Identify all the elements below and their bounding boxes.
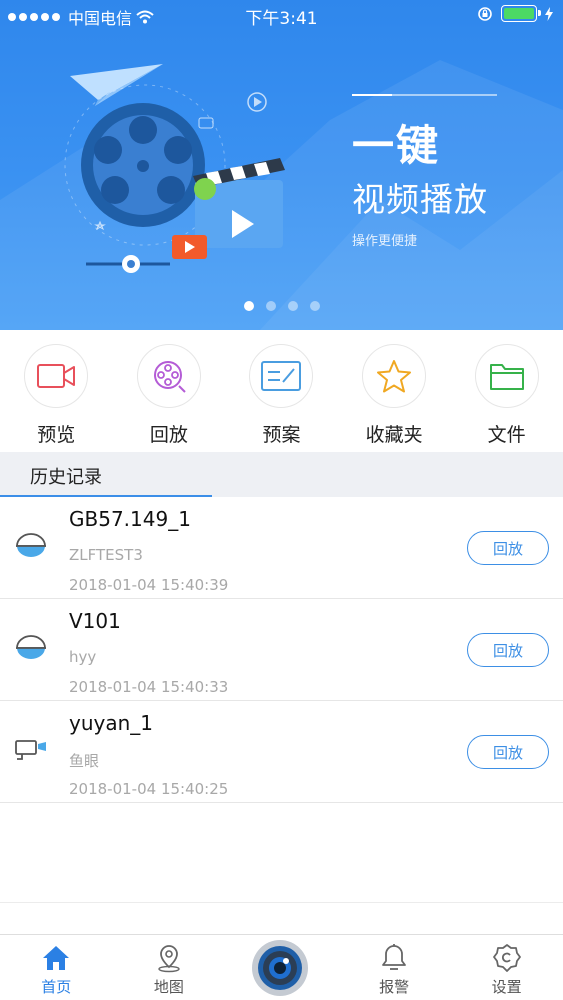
menu-label-favorites: 收藏夹 — [365, 424, 423, 446]
files-icon-circle — [474, 344, 539, 408]
menu-item-favorites[interactable]: 收藏夹 — [338, 330, 451, 452]
status-right — [477, 5, 553, 22]
preview-icon-circle — [24, 344, 89, 408]
gear-icon — [492, 943, 522, 973]
tab-label-settings: 设置 — [491, 978, 522, 996]
device-name: yuyan_1 — [69, 711, 154, 735]
history-title: 历史记录 — [30, 467, 102, 488]
history-section-header: 历史记录 — [0, 452, 563, 497]
history-item[interactable]: V101 hyy 2018-01-04 15:40:33 回放 — [0, 599, 563, 701]
banner-title: 一键 — [352, 121, 441, 170]
menu-label-plan: 预案 — [262, 424, 301, 446]
view-time: 2018-01-04 15:40:33 — [69, 678, 229, 696]
playback-button[interactable]: 回放 — [467, 633, 549, 667]
tab-alarm[interactable]: 报警 — [338, 935, 451, 1000]
menu-label-preview: 预览 — [37, 424, 76, 446]
menu-item-playback[interactable]: 回放 — [113, 330, 226, 452]
battery-icon — [501, 5, 541, 22]
promo-banner[interactable]: 中国电信 下午3:41 一键 视频播放 操作更便捷 — [0, 0, 563, 330]
view-time: 2018-01-04 15:40:25 — [69, 780, 229, 798]
dome-camera-icon — [16, 533, 46, 557]
video-camera-icon — [37, 364, 76, 388]
film-reel-icon — [153, 361, 186, 393]
page-dot-4[interactable] — [309, 301, 320, 311]
tab-label-alarm: 报警 — [379, 978, 410, 996]
menu-label-files: 文件 — [487, 424, 526, 446]
tab-settings[interactable]: 设置 — [450, 935, 563, 1000]
playback-button[interactable]: 回放 — [467, 735, 549, 769]
map-pin-icon — [154, 943, 184, 973]
device-group: hyy — [69, 648, 97, 666]
playback-icon-circle — [136, 344, 201, 408]
history-item[interactable]: GB57.149_1 ZLFTEST3 2018-01-04 15:40:39 … — [0, 497, 563, 599]
quick-menu: 预览 回放 预案 收藏夹 文件 — [0, 330, 563, 452]
menu-item-preview[interactable]: 预览 — [0, 330, 113, 452]
home-icon — [41, 943, 71, 973]
dome-camera-icon — [16, 635, 46, 659]
page-dot-2[interactable] — [265, 301, 276, 311]
favorites-icon-circle — [362, 344, 427, 408]
tab-map[interactable]: 地图 — [113, 935, 226, 1000]
camera-button-icon[interactable] — [252, 940, 309, 996]
bullet-camera-icon — [15, 740, 46, 760]
page-dot-3[interactable] — [287, 301, 298, 311]
device-group: ZLFTEST3 — [69, 546, 143, 564]
charging-icon — [545, 6, 553, 21]
history-list: GB57.149_1 ZLFTEST3 2018-01-04 15:40:39 … — [0, 497, 563, 803]
tab-label-home: 首页 — [41, 978, 72, 996]
tab-home[interactable]: 首页 — [0, 935, 113, 1000]
status-bar: 中国电信 下午3:41 — [0, 0, 563, 30]
plan-icon — [261, 361, 302, 391]
history-item[interactable]: yuyan_1 鱼眼 2018-01-04 15:40:25 回放 — [0, 701, 563, 803]
device-name: V101 — [69, 609, 121, 633]
tab-label-map: 地图 — [153, 978, 184, 996]
tab-camera[interactable] — [225, 935, 338, 1000]
app-screen: 中国电信 下午3:41 一键 视频播放 操作更便捷 预览 回放 预案 收藏夹 文… — [0, 0, 563, 1000]
folder-icon — [489, 364, 524, 390]
star-icon — [377, 360, 412, 393]
bell-icon — [379, 943, 409, 973]
device-group: 鱼眼 — [69, 752, 100, 770]
banner-decoration-line — [352, 94, 497, 96]
playback-button[interactable]: 回放 — [467, 531, 549, 565]
menu-label-playback: 回放 — [149, 424, 188, 446]
menu-item-plan[interactable]: 预案 — [225, 330, 338, 452]
banner-illustration — [0, 60, 563, 330]
rotation-lock-icon — [478, 6, 492, 21]
view-time: 2018-01-04 15:40:39 — [69, 576, 229, 594]
page-dot-1[interactable] — [243, 301, 254, 311]
list-divider — [0, 902, 563, 903]
plan-icon-circle — [249, 344, 314, 408]
tab-bar: 首页 地图 报警 设置 — [0, 934, 563, 1000]
banner-caption: 操作更便捷 — [352, 234, 418, 249]
device-name: GB57.149_1 — [69, 507, 191, 531]
banner-page-indicator[interactable] — [0, 301, 563, 311]
menu-item-files[interactable]: 文件 — [450, 330, 563, 452]
banner-subtitle: 视频播放 — [352, 180, 488, 219]
